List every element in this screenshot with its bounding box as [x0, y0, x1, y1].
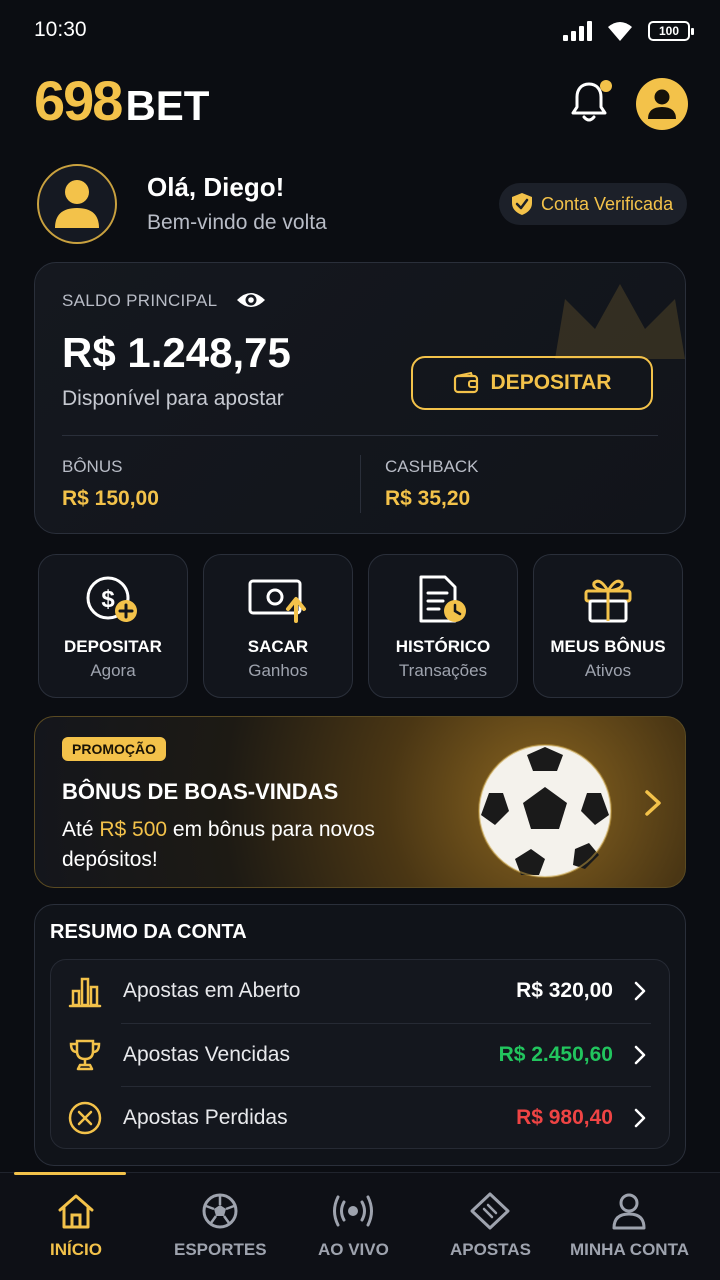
cash-withdraw-icon: [248, 579, 306, 623]
summary-row-open-bets[interactable]: Apostas em Aberto R$ 320,00: [51, 960, 669, 1022]
account-summary: RESUMO DA CONTA Apostas em Aberto R$ 320…: [34, 904, 686, 1166]
greeting-subtitle: Bem-vindo de volta: [147, 211, 327, 234]
quick-action-subtitle: Ganhos: [248, 661, 308, 680]
promo-badge: PROMOÇÃO: [62, 737, 166, 761]
user-icon: [612, 1193, 646, 1230]
dollar-plus-icon: $: [86, 576, 137, 622]
nav-item-sports[interactable]: ESPORTES: [174, 1192, 267, 1260]
gift-icon: [584, 579, 632, 623]
quick-action-subtitle: Ativos: [584, 661, 632, 680]
logo-text: BET: [125, 82, 210, 129]
shield-check-icon: [512, 193, 532, 215]
chevron-right-icon[interactable]: [643, 789, 663, 817]
quick-action-bonuses[interactable]: MEUS BÔNUS Ativos: [533, 554, 683, 698]
crown-icon: [555, 284, 685, 359]
promo-text: Até R$ 500 em bônus para novos depósitos…: [62, 815, 382, 875]
soccer-ball-icon: [202, 1193, 238, 1229]
user-avatar: [37, 164, 117, 244]
summary-title: RESUMO DA CONTA: [50, 921, 247, 943]
bonus-label: BÔNUS: [62, 457, 123, 476]
summary-row-label: Apostas em Aberto: [123, 979, 301, 1002]
live-broadcast-icon: [333, 1195, 374, 1227]
balance-label: SALDO PRINCIPAL: [62, 291, 218, 310]
divider: [62, 435, 658, 436]
chevron-right-icon: [634, 981, 646, 1001]
soccer-ball-icon: [478, 744, 612, 878]
wifi-icon: [608, 22, 632, 41]
wallet-icon: [453, 372, 478, 394]
nav-item-live[interactable]: AO VIVO: [318, 1192, 389, 1260]
nav-label: MINHA CONTA: [570, 1240, 689, 1259]
app-logo[interactable]: 698 BET: [34, 68, 209, 133]
ticket-icon: [470, 1192, 510, 1230]
chevron-right-icon: [634, 1108, 646, 1128]
balance-value: R$ 1.248,75: [62, 329, 291, 376]
user-icon: [648, 89, 676, 119]
user-icon: [55, 180, 99, 228]
nav-label: APOSTAS: [450, 1240, 531, 1259]
divider: [360, 455, 361, 513]
status-time: 10:30: [34, 18, 87, 41]
summary-row-label: Apostas Perdidas: [123, 1106, 288, 1129]
promo-title: BÔNUS DE BOAS-VINDAS: [62, 779, 339, 804]
summary-row-value: R$ 2.450,60: [498, 1043, 613, 1066]
deposit-button-label: DEPOSITAR: [490, 371, 612, 394]
promo-text-part: Até: [62, 818, 100, 841]
summary-row-value: R$ 320,00: [516, 979, 613, 1002]
deposit-button[interactable]: DEPOSITAR: [411, 356, 653, 410]
quick-action-subtitle: Agora: [90, 661, 136, 680]
summary-row-won-bets[interactable]: Apostas Vencidas R$ 2.450,60: [51, 1024, 669, 1086]
summary-row-value: R$ 980,40: [516, 1106, 613, 1129]
nav-item-account[interactable]: MINHA CONTA: [570, 1192, 689, 1260]
promo-highlight: R$ 500: [99, 818, 168, 841]
nav-item-bets[interactable]: APOSTAS: [450, 1192, 531, 1260]
quick-action-title: SACAR: [247, 637, 309, 656]
battery-icon: 100: [648, 21, 694, 41]
quick-action-title: DEPOSITAR: [64, 637, 162, 656]
notification-dot: [600, 80, 612, 92]
home-icon: [58, 1194, 94, 1229]
promo-banner[interactable]: PROMOÇÃO BÔNUS DE BOAS-VINDAS Até R$ 500…: [34, 716, 686, 888]
cashback-label: CASHBACK: [385, 457, 479, 476]
cashback-value: R$ 35,20: [385, 487, 471, 510]
balance-subtitle: Disponível para apostar: [62, 387, 284, 410]
summary-row-label: Apostas Vencidas: [123, 1043, 290, 1066]
verified-label: Conta Verificada: [541, 193, 674, 214]
greeting-title: Olá, Diego!: [147, 172, 285, 202]
chevron-right-icon: [634, 1045, 646, 1065]
bar-chart-icon: [68, 977, 102, 1008]
document-history-icon: [419, 575, 466, 623]
quick-action-title: HISTÓRICO: [395, 637, 491, 656]
active-tab-indicator: [14, 1172, 126, 1175]
quick-action-title: MEUS BÔNUS: [550, 637, 666, 656]
verified-badge: Conta Verificada: [499, 183, 687, 225]
balance-card: SALDO PRINCIPAL R$ 1.248,75 Disponível p…: [34, 262, 686, 534]
summary-list: Apostas em Aberto R$ 320,00 Apostas Venc…: [50, 959, 670, 1149]
quick-action-subtitle: Transações: [398, 661, 488, 680]
bonus-value: R$ 150,00: [62, 487, 159, 510]
nav-label: AO VIVO: [318, 1240, 389, 1259]
x-circle-icon: [68, 1101, 102, 1135]
logo-number: 698: [34, 69, 123, 132]
quick-action-deposit[interactable]: $ DEPOSITAR Agora: [38, 554, 188, 698]
status-icons: 100: [562, 20, 694, 42]
signal-icon: [563, 21, 592, 41]
nav-label: ESPORTES: [174, 1240, 267, 1259]
quick-action-history[interactable]: HISTÓRICO Transações: [368, 554, 518, 698]
trophy-icon: [69, 1039, 101, 1071]
summary-row-lost-bets[interactable]: Apostas Perdidas R$ 980,40: [51, 1087, 669, 1149]
profile-avatar-button[interactable]: [636, 78, 688, 130]
svg-text:$: $: [101, 586, 115, 613]
eye-icon[interactable]: [235, 287, 267, 313]
nav-item-home[interactable]: INÍCIO: [50, 1192, 102, 1260]
nav-label: INÍCIO: [50, 1240, 102, 1259]
quick-action-withdraw[interactable]: SACAR Ganhos: [203, 554, 353, 698]
